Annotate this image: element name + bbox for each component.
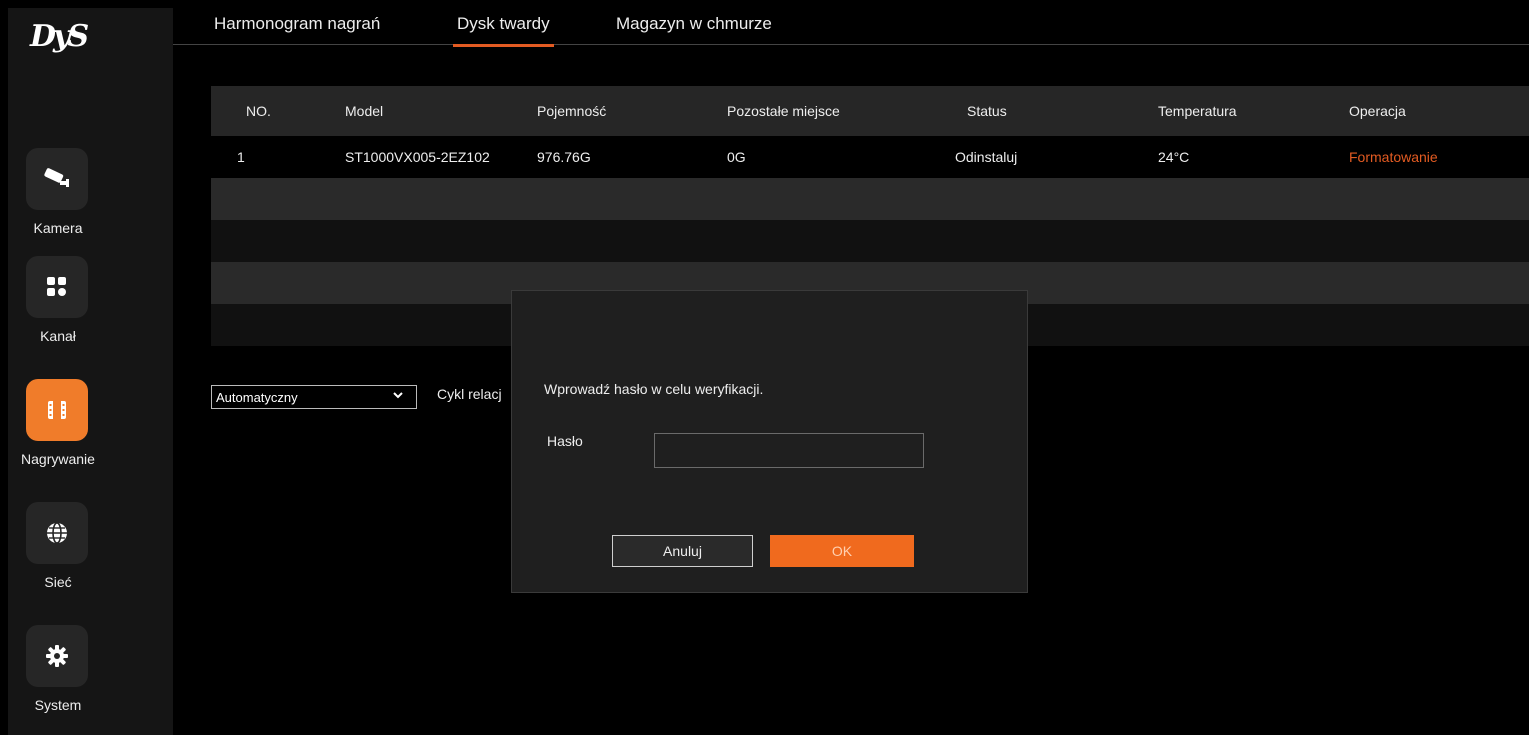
cell-capacity: 976.76G xyxy=(537,149,591,165)
grid-icon xyxy=(26,256,88,318)
cancel-button[interactable]: Anuluj xyxy=(612,535,753,567)
cell-temperature: 24°C xyxy=(1158,149,1190,165)
ok-button[interactable]: OK xyxy=(770,535,914,567)
tab-harmonogram[interactable]: Harmonogram nagrań xyxy=(214,14,380,34)
column-header: Operacja xyxy=(1349,103,1406,119)
dialog-message: Wprowadź hasło w celu weryfikacji. xyxy=(544,381,764,397)
sidebar-item-label: Kamera xyxy=(33,220,83,236)
cell-status: Odinstaluj xyxy=(955,149,1018,165)
password-label: Hasło xyxy=(547,433,583,449)
table-row-empty xyxy=(211,220,1529,262)
mode-select-value: Automatyczny xyxy=(216,389,298,405)
sidebar-item-label: System xyxy=(34,697,82,713)
cycle-label: Cykl relacj xyxy=(437,386,502,402)
tab-magazyn-w-chmurze[interactable]: Magazyn w chmurze xyxy=(616,14,772,34)
column-header: Status xyxy=(967,103,1007,119)
sidebar-item-kamera[interactable]: Kamera xyxy=(8,148,108,258)
password-dialog: Wprowadź hasło w celu weryfikacji. Hasło… xyxy=(511,290,1028,593)
sidebar-item-nagrywanie[interactable]: Nagrywanie xyxy=(8,379,108,489)
sidebar-item-label: Nagrywanie xyxy=(21,451,95,467)
brand-logo: DyS xyxy=(30,19,89,54)
password-input[interactable] xyxy=(654,433,924,468)
cell-model: ST1000VX005-2EZ102 xyxy=(345,149,490,165)
column-header: NO. xyxy=(246,103,271,119)
table-row-empty xyxy=(211,178,1529,220)
cell-free-space: 0G xyxy=(727,149,746,165)
camera-icon xyxy=(26,148,88,210)
cell-no: 1 xyxy=(237,149,245,165)
table-header-row: NO. Model Pojemność Pozostałe miejsce St… xyxy=(211,86,1529,136)
column-header: Temperatura xyxy=(1158,103,1237,119)
format-link[interactable]: Formatowanie xyxy=(1349,136,1438,178)
sidebar: DyS Kamera Kanał Nagrywanie Sieć System xyxy=(8,8,173,735)
tab-dysk-twardy[interactable]: Dysk twardy xyxy=(453,14,554,47)
sidebar-item-label: Sieć xyxy=(44,574,72,590)
column-header: Pozostałe miejsce xyxy=(727,103,840,119)
mode-select[interactable]: Automatyczny xyxy=(211,385,417,409)
gear-icon xyxy=(26,625,88,687)
tab-bar: Harmonogram nagrań Dysk twardy Magazyn w… xyxy=(173,8,1529,47)
globe-icon xyxy=(26,502,88,564)
film-icon xyxy=(26,379,88,441)
column-header: Model xyxy=(345,103,384,119)
chevron-down-icon xyxy=(392,389,404,404)
sidebar-item-system[interactable]: System xyxy=(8,625,108,735)
table-row[interactable]: 1 ST1000VX005-2EZ102 976.76G 0G Odinstal… xyxy=(211,136,1529,178)
column-header: Pojemność xyxy=(537,103,607,119)
sidebar-item-label: Kanał xyxy=(40,328,76,344)
sidebar-item-siec[interactable]: Sieć xyxy=(8,502,108,612)
sidebar-item-kanal[interactable]: Kanał xyxy=(8,256,108,366)
